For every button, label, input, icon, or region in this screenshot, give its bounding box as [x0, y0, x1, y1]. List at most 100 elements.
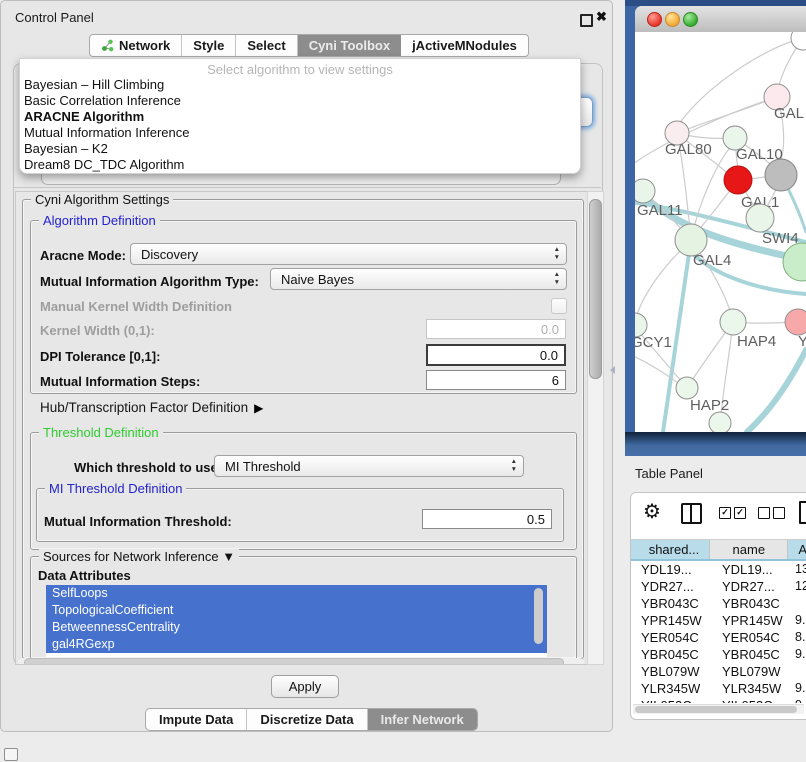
expand-right-icon: ▶ — [254, 401, 263, 415]
table-scrollbar-thumb[interactable] — [635, 706, 797, 713]
table-cell: YER054C — [631, 629, 712, 646]
tab-cyni-toolbox[interactable]: Cyni Toolbox — [298, 35, 401, 56]
list-scrollbar-thumb[interactable] — [534, 588, 543, 644]
tab-network[interactable]: Network — [90, 35, 182, 56]
network-window-titlebar[interactable] — [635, 6, 806, 33]
tab-label: Select — [247, 38, 285, 53]
table-row[interactable]: YLR345WYLR345W9. — [631, 680, 806, 697]
checked-checkbox-icon[interactable]: ✓ — [719, 507, 731, 519]
table-cell: YBL079W — [712, 663, 792, 680]
network-node[interactable] — [765, 159, 797, 191]
checked-checkbox-icon[interactable]: ✓ — [734, 507, 746, 519]
network-node[interactable] — [791, 32, 806, 50]
maximize-icon[interactable] — [580, 14, 593, 27]
tab-discretize-data[interactable]: Discretize Data — [247, 709, 367, 730]
network-edge[interactable] — [747, 350, 806, 432]
table-cell: 9. — [792, 612, 806, 629]
algorithm-option[interactable]: Mutual Information Inference — [24, 125, 576, 141]
control-panel-window: Control Panel ✖ NetworkStyleSelectCyni T… — [0, 0, 613, 732]
aracne-mode-label: Aracne Mode: — [40, 248, 126, 263]
table-row[interactable]: YDL19...YDL19...13 — [631, 561, 806, 578]
algorithm-option[interactable]: Bayesian – Hill Climbing — [24, 77, 576, 93]
network-node-label: Y — [798, 333, 806, 350]
table-cell — [792, 595, 806, 612]
network-node-label: SWI4 — [762, 230, 799, 247]
table-cell: YDR27... — [631, 578, 712, 595]
mi-steps-field[interactable]: 6 — [426, 370, 566, 390]
network-node[interactable] — [709, 412, 731, 432]
table-cell: YIL052C — [631, 697, 712, 703]
table-row[interactable]: YBR043CYBR043C — [631, 595, 806, 612]
aracne-mode-combo[interactable]: Discovery ▲▼ — [130, 243, 567, 265]
data-attribute-item[interactable]: gal4RGexp — [46, 636, 547, 653]
column-header[interactable]: shared... — [631, 540, 710, 559]
table-cell: YBR043C — [712, 595, 792, 612]
hub-definition-expander[interactable]: Hub/Transcription Factor Definition▶ — [40, 400, 263, 415]
table-cell: 9 — [792, 697, 806, 703]
mi-threshold-field[interactable]: 0.5 — [422, 509, 552, 529]
which-threshold-combo[interactable]: MI Threshold ▲▼ — [214, 455, 524, 477]
minimized-panel-icon[interactable] — [4, 748, 18, 761]
network-node-y[interactable] — [785, 309, 806, 335]
minimize-traffic-light[interactable] — [665, 12, 680, 27]
unchecked-checkbox-icon[interactable] — [773, 507, 785, 519]
table-row[interactable]: YDR27...YDR27...12 — [631, 578, 806, 595]
network-node[interactable] — [783, 243, 806, 281]
vertical-scrollbar-thumb[interactable] — [589, 199, 602, 379]
table-row[interactable]: YER054CYER054C8. — [631, 629, 806, 646]
algorithm-option[interactable]: ARACNE Algorithm — [24, 109, 576, 125]
algorithm-option[interactable]: Basic Correlation Inference — [24, 93, 576, 109]
close-traffic-light[interactable] — [647, 12, 662, 27]
new-table-icon[interactable] — [799, 501, 806, 524]
settings-horizontal-scrollbar — [18, 658, 584, 665]
manual-kernel-label: Manual Kernel Width Definition — [40, 299, 232, 314]
table-cell: YBL079W — [631, 663, 712, 680]
close-icon[interactable]: ✖ — [596, 9, 607, 25]
table-cell: YIL052C — [712, 697, 792, 703]
mi-threshold-definition-title: MI Threshold Definition — [45, 481, 186, 496]
table-cell: 9. — [792, 680, 806, 697]
network-node-gal11[interactable] — [635, 179, 655, 203]
network-node-gal1[interactable] — [724, 166, 752, 194]
algorithm-option[interactable]: Bayesian – K2 — [24, 141, 576, 157]
table-row[interactable]: YPR145WYPR145W9. — [631, 612, 806, 629]
network-node-label: GAL80 — [665, 141, 712, 158]
table-row[interactable]: YIL052CYIL052C9 — [631, 697, 806, 703]
apply-button[interactable]: Apply — [271, 675, 339, 698]
data-attribute-item[interactable]: SelfLoops — [46, 585, 547, 602]
network-node-hap2[interactable] — [676, 377, 698, 399]
network-node-label: HAP4 — [737, 333, 776, 350]
collapse-down-icon[interactable]: ▼ — [222, 549, 235, 564]
table-row[interactable]: YBR045CYBR045C9. — [631, 646, 806, 663]
tab-infer-network[interactable]: Infer Network — [368, 709, 477, 730]
settings-scroll-area: Cyni Algorithm Settings Algorithm Defini… — [15, 191, 589, 665]
algorithm-option[interactable]: Dream8 DC_TDC Algorithm — [24, 157, 576, 173]
unchecked-checkbox-icon[interactable] — [758, 507, 770, 519]
column-header[interactable]: name — [710, 540, 788, 559]
network-canvas[interactable]: GALGAL80GAL10GAL1GAL11SWI4GAL4GCY1HAP4YH… — [635, 32, 806, 432]
panel-splitter-collapse-button[interactable] — [610, 366, 615, 374]
horizontal-scrollbar-thumb[interactable] — [24, 658, 564, 665]
tab-select[interactable]: Select — [236, 35, 297, 56]
table-cell: 9. — [792, 646, 806, 663]
gear-icon[interactable]: ⚙ — [643, 501, 661, 523]
dpi-tolerance-field[interactable]: 0.0 — [426, 344, 566, 366]
columns-icon[interactable] — [681, 503, 702, 524]
table-cell: YBR045C — [712, 646, 792, 663]
tab-style[interactable]: Style — [182, 35, 236, 56]
network-node-swi4[interactable] — [746, 204, 774, 232]
mi-type-value: Naive Bayes — [281, 272, 354, 287]
tab-jactivemnodules[interactable]: jActiveMNodules — [401, 35, 528, 56]
tab-impute-data[interactable]: Impute Data — [146, 709, 247, 730]
data-attribute-item[interactable]: TopologicalCoefficient — [46, 602, 547, 619]
column-header[interactable]: A — [788, 540, 806, 559]
algorithm-dropdown-list: Bayesian – Hill ClimbingBasic Correlatio… — [24, 77, 576, 173]
mi-type-combo[interactable]: Naive Bayes ▲▼ — [270, 268, 567, 290]
network-node-hap4[interactable] — [720, 309, 746, 335]
table-cell: 8. — [792, 629, 806, 646]
table-row[interactable]: YBL079WYBL079W — [631, 663, 806, 680]
combo-stepper-icon: ▲▼ — [511, 458, 517, 474]
zoom-traffic-light[interactable] — [683, 12, 698, 27]
data-attribute-item[interactable]: BetweennessCentrality — [46, 619, 547, 636]
threshold-definition-title: Threshold Definition — [39, 425, 163, 440]
